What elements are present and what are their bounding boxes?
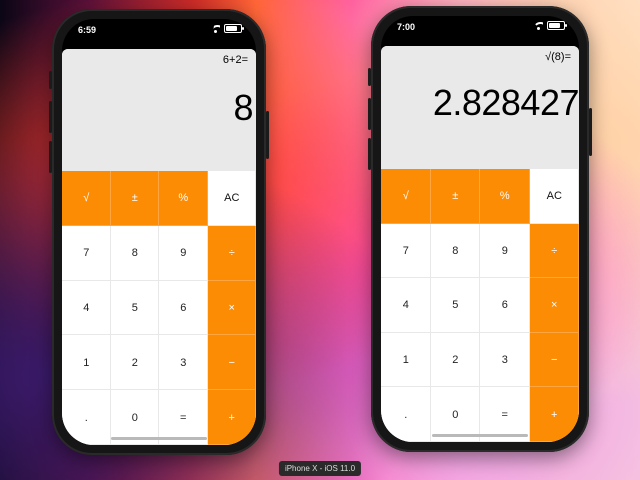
power-button-icon [266, 111, 269, 159]
key-7[interactable]: 7 [381, 223, 431, 279]
expression-label: 6+2= [222, 54, 248, 66]
key-decimal[interactable]: . [381, 387, 431, 442]
key-percent[interactable]: % [159, 171, 208, 226]
key-sqrt[interactable]: √ [62, 171, 111, 226]
key-plus-minus[interactable]: ± [110, 171, 159, 226]
key-4[interactable]: 4 [62, 280, 111, 336]
home-indicator[interactable] [111, 437, 207, 440]
screen: 7:00 √(8)= 2.828427 √ ± % AC 7 8 9 ÷ 4 5… [381, 16, 579, 442]
battery-icon [224, 24, 244, 33]
calculator-app: √(8)= 2.828427 √ ± % AC 7 8 9 ÷ 4 5 6 × … [381, 46, 579, 442]
key-multiply[interactable]: × [529, 278, 579, 333]
key-4[interactable]: 4 [381, 278, 431, 333]
key-3[interactable]: 3 [159, 335, 208, 391]
key-multiply[interactable]: × [207, 280, 256, 336]
simulator-device-label: iPhone X - iOS 11.0 [278, 461, 362, 476]
volume-up-button-icon [368, 98, 371, 130]
key-5[interactable]: 5 [430, 278, 480, 333]
key-1[interactable]: 1 [381, 332, 431, 388]
calculator-app: 6+2= 8 √ ± % AC 7 8 9 ÷ 4 5 6 × 1 2 3 − … [62, 49, 256, 445]
key-divide[interactable]: ÷ [529, 223, 579, 279]
expression-label: √(8)= [545, 51, 571, 63]
key-add[interactable]: + [529, 387, 579, 442]
result-value: 8 [233, 87, 253, 128]
key-8[interactable]: 8 [430, 223, 480, 279]
key-5[interactable]: 5 [110, 280, 159, 336]
key-decimal[interactable]: . [62, 390, 111, 445]
status-time: 7:00 [397, 22, 416, 32]
status-time: 6:59 [78, 25, 97, 35]
battery-icon [547, 21, 567, 30]
key-8[interactable]: 8 [110, 225, 159, 281]
side-button-icon [49, 71, 52, 89]
keypad: √ ± % AC 7 8 9 ÷ 4 5 6 × 1 2 3 − . 0 = + [381, 169, 579, 442]
key-9[interactable]: 9 [159, 225, 208, 281]
wifi-icon [534, 21, 543, 30]
notch [104, 19, 214, 37]
calculator-display: 6+2= 8 [62, 49, 256, 171]
key-all-clear[interactable]: AC [529, 169, 579, 224]
power-button-icon [589, 108, 592, 156]
notch [425, 16, 535, 34]
key-2[interactable]: 2 [430, 332, 480, 388]
key-7[interactable]: 7 [62, 225, 111, 281]
result-value: 2.828427 [432, 82, 579, 123]
side-button-icon [368, 68, 371, 86]
keypad: √ ± % AC 7 8 9 ÷ 4 5 6 × 1 2 3 − . 0 = + [62, 171, 256, 445]
key-subtract[interactable]: − [529, 332, 579, 388]
key-1[interactable]: 1 [62, 335, 111, 391]
key-9[interactable]: 9 [480, 223, 530, 279]
key-6[interactable]: 6 [159, 280, 208, 336]
home-indicator[interactable] [432, 434, 528, 437]
simulator-phone-left: 6:59 6+2= 8 √ ± % AC 7 8 9 ÷ 4 5 6 × 1 2… [49, 9, 269, 455]
volume-down-button-icon [368, 138, 371, 170]
key-add[interactable]: + [207, 390, 256, 445]
volume-up-button-icon [49, 101, 52, 133]
key-plus-minus[interactable]: ± [430, 169, 480, 224]
key-6[interactable]: 6 [480, 278, 530, 333]
key-all-clear[interactable]: AC [207, 171, 256, 226]
key-divide[interactable]: ÷ [207, 225, 256, 281]
calculator-display: √(8)= 2.828427 [381, 46, 579, 169]
screen: 6:59 6+2= 8 √ ± % AC 7 8 9 ÷ 4 5 6 × 1 2… [62, 19, 256, 445]
key-subtract[interactable]: − [207, 335, 256, 391]
key-2[interactable]: 2 [110, 335, 159, 391]
volume-down-button-icon [49, 141, 52, 173]
simulator-phone-right: 7:00 √(8)= 2.828427 √ ± % AC 7 8 9 ÷ 4 5… [368, 6, 592, 452]
key-percent[interactable]: % [480, 169, 530, 224]
key-3[interactable]: 3 [480, 332, 530, 388]
key-sqrt[interactable]: √ [381, 169, 431, 224]
